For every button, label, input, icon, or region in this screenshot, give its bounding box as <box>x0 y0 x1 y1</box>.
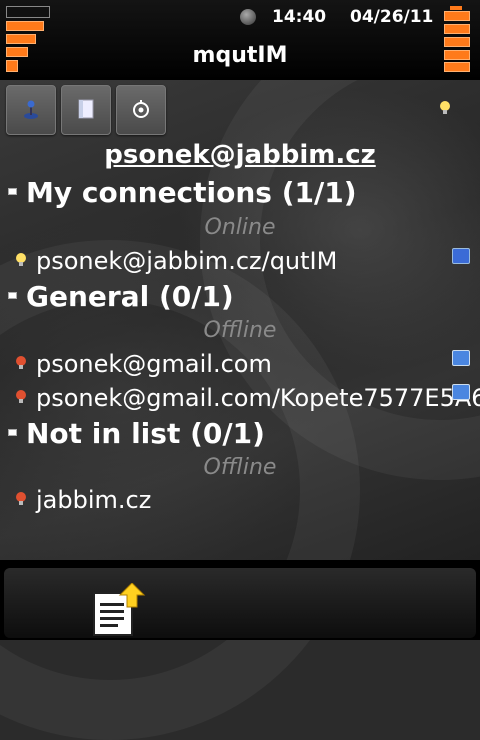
contact-item[interactable]: psonek@gmail.com/Kopete7577E5A6 <box>14 384 480 412</box>
account-title[interactable]: psonek@jabbim.cz <box>0 140 480 170</box>
client-icon <box>452 350 470 366</box>
document-menu-icon[interactable] <box>92 583 146 637</box>
contact-name: psonek@jabbim.cz/qutIM <box>36 247 338 275</box>
contact-name: psonek@gmail.com <box>36 350 272 378</box>
client-icon <box>452 248 470 264</box>
signal-bar <box>6 21 44 31</box>
collapse-icon[interactable] <box>8 187 17 195</box>
battery-bar <box>444 24 470 34</box>
status-bar: 14:40 04/26/11 mqutIM <box>0 0 480 80</box>
collapse-icon[interactable] <box>8 428 17 436</box>
joystick-button[interactable] <box>6 85 56 135</box>
client-icon <box>452 384 470 400</box>
group-name: My connections (1/1) <box>26 176 357 209</box>
offline-bulb-icon <box>16 356 26 369</box>
battery-cap-icon <box>450 6 462 10</box>
status-label: Offline <box>203 455 277 480</box>
bottom-bar <box>0 560 480 640</box>
contact-name: jabbim.cz <box>36 486 152 514</box>
clock: 14:40 <box>272 7 327 27</box>
status-label: Offline <box>203 318 277 343</box>
contact-item[interactable]: jabbim.cz <box>14 486 151 514</box>
status-dot-icon <box>240 9 256 25</box>
collapse-icon[interactable] <box>8 291 17 299</box>
bottom-panel <box>4 568 476 638</box>
book-icon <box>78 99 94 119</box>
contact-item[interactable]: psonek@jabbim.cz/qutIM <box>14 247 337 275</box>
battery-bar <box>444 11 470 21</box>
group-header[interactable]: My connections (1/1) <box>8 176 357 209</box>
group-name: Not in list (0/1) <box>26 417 265 450</box>
contact-name: psonek@gmail.com/Kopete7577E5A6 <box>36 384 480 412</box>
status-icon <box>133 100 149 118</box>
status-label: Online <box>204 215 276 240</box>
app-title: mqutIM <box>192 43 288 68</box>
bulb-icon <box>440 101 450 114</box>
group-name: General (0/1) <box>26 280 234 313</box>
group-header[interactable]: Not in list (0/1) <box>8 417 265 450</box>
date: 04/26/11 <box>350 7 434 27</box>
contact-item[interactable]: psonek@gmail.com <box>14 350 272 378</box>
status-button[interactable] <box>116 85 166 135</box>
joystick-icon <box>24 100 38 119</box>
offline-bulb-icon <box>16 390 26 403</box>
signal-empty-indicator <box>6 6 50 18</box>
offline-bulb-icon <box>16 492 26 505</box>
book-button[interactable] <box>61 85 111 135</box>
group-header[interactable]: General (0/1) <box>8 280 234 313</box>
online-bulb-icon <box>16 253 26 266</box>
